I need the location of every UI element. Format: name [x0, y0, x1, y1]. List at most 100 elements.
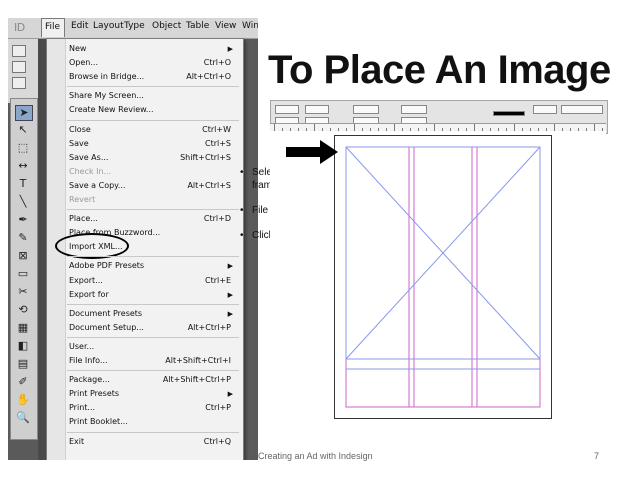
menu-separator: [67, 431, 239, 433]
menu-item-save-as[interactable]: Save As... Shift+Ctrl+S: [69, 151, 231, 165]
menu-item-label: Browse in Bridge...: [69, 72, 145, 82]
menu-item-export-for[interactable]: Export for ▶: [69, 288, 233, 302]
menu-item-shortcut: Alt+Ctrl+S: [187, 180, 231, 190]
slide-page-number: 7: [594, 451, 600, 461]
panel-divider: [38, 39, 46, 460]
menu-item-print-presets[interactable]: Print Presets ▶: [69, 387, 233, 401]
menu-item-save-a-copy[interactable]: Save a Copy... Alt+Ctrl+S: [69, 179, 231, 193]
menu-type[interactable]: Type: [124, 21, 145, 31]
menu-item-shortcut: Alt+Ctrl+P: [187, 322, 231, 332]
document-page: [334, 135, 552, 419]
page-border: [334, 135, 552, 419]
y-field-icon[interactable]: [12, 77, 26, 89]
transform-tool-icon[interactable]: ⟲: [15, 303, 31, 317]
menu-item-shortcut: Ctrl+D: [203, 214, 231, 224]
menu-item-package[interactable]: Package... Alt+Shift+Ctrl+P: [69, 373, 231, 387]
type-tool-icon[interactable]: T: [15, 177, 31, 191]
menu-item-browse-in-bridge[interactable]: Browse in Bridge... Alt+Ctrl+O: [69, 70, 231, 84]
menu-item-label: Print Presets: [69, 389, 120, 399]
menu-item-label: Export...: [69, 275, 103, 285]
pointer-arrow-icon: [286, 140, 338, 164]
menu-item-export[interactable]: Export... Ctrl+E: [69, 274, 231, 288]
w-input[interactable]: [305, 105, 329, 114]
x-input[interactable]: [275, 105, 299, 114]
menu-item-print-booklet[interactable]: Print Booklet...: [69, 415, 231, 429]
scissors-tool-icon[interactable]: ✂: [15, 285, 31, 299]
pencil-tool-icon[interactable]: ✎: [15, 231, 31, 245]
menu-separator: [67, 86, 239, 88]
menu-item-label: Export for: [69, 289, 109, 299]
menu-item-label: Save: [69, 138, 89, 148]
indesign-window: ID File Edit Layout Type Object Table Vi…: [8, 18, 258, 460]
submenu-arrow-icon: ▶: [227, 309, 233, 318]
line-tool-icon[interactable]: ╲: [15, 195, 31, 209]
scale-x-input[interactable]: [353, 105, 379, 114]
menu-bar: ID File Edit Layout Type Object Table Vi…: [8, 18, 258, 39]
menu-item-open[interactable]: Open... Ctrl+O: [69, 56, 231, 70]
menu-item-new[interactable]: New ▶: [69, 42, 233, 56]
selection-tool-icon[interactable]: ➤: [15, 105, 33, 121]
menu-item-shortcut: Ctrl+O: [203, 58, 231, 68]
menu-item-label: Package...: [69, 375, 110, 385]
stroke-weight-icon[interactable]: [493, 111, 525, 116]
menu-item-adobe-pdf-presets[interactable]: Adobe PDF Presets ▶: [69, 259, 233, 273]
menu-item-label: Document Presets: [69, 308, 143, 318]
page-tool-icon[interactable]: ⬚: [15, 141, 31, 155]
tools-panel: ➤ ↖ ⬚ ↔ T ╲ ✒ ✎ ⊠ ▭ ✂ ⟲ ▦ ◧ ▤ ✐ ✋ 🔍: [10, 98, 38, 440]
opacity-input[interactable]: [561, 105, 603, 114]
stroke-style-dropdown[interactable]: [533, 105, 557, 114]
menu-view[interactable]: View: [215, 21, 236, 31]
hand-tool-icon[interactable]: ✋: [15, 393, 31, 407]
direct-selection-icon[interactable]: ↖: [15, 123, 31, 137]
menu-item-print[interactable]: Print... Ctrl+P: [69, 401, 231, 415]
menu-item-label: User...: [69, 341, 95, 351]
menu-table[interactable]: Table: [186, 21, 209, 31]
note-tool-icon[interactable]: ▤: [15, 357, 31, 371]
submenu-arrow-icon: ▶: [227, 45, 233, 53]
frame-tool-icon[interactable]: ⊠: [15, 249, 31, 263]
menu-item-file-info[interactable]: File Info... Alt+Shift+Ctrl+I: [69, 354, 231, 368]
menu-item-label: Exit: [69, 436, 85, 446]
x-field-icon[interactable]: [12, 61, 26, 73]
gradient-tool-icon[interactable]: ▦: [15, 321, 31, 335]
menu-item-place[interactable]: Place... Ctrl+D: [69, 212, 231, 226]
menu-window[interactable]: Win: [242, 21, 258, 31]
rotate-input[interactable]: [401, 105, 427, 114]
menu-item-shortcut: Shift+Ctrl+S: [180, 152, 231, 162]
pen-tool-icon[interactable]: ✒: [15, 213, 31, 227]
menu-layout[interactable]: Layout: [93, 21, 124, 31]
menu-edit[interactable]: Edit: [71, 21, 88, 31]
menu-item-label: File Info...: [69, 356, 108, 365]
menu-item-shortcut: Alt+Shift+Ctrl+I: [165, 356, 231, 365]
menu-item-document-setup[interactable]: Document Setup... Alt+Ctrl+P: [69, 321, 231, 335]
menu-item-exit[interactable]: Exit Ctrl+Q: [69, 435, 231, 449]
gap-tool-icon[interactable]: ↔: [15, 159, 31, 173]
menu-item-import-xml[interactable]: Import XML...: [69, 240, 231, 254]
menu-item-share-my-screen[interactable]: Share My Screen...: [69, 89, 231, 103]
menu-item-label: Open...: [69, 58, 98, 68]
menu-item-label: Close: [69, 124, 91, 134]
gradient-feather-icon[interactable]: ◧: [15, 339, 31, 353]
reference-point-icon[interactable]: [12, 45, 26, 57]
menu-item-save[interactable]: Save Ctrl+S: [69, 137, 231, 151]
menu-item-label: Place...: [69, 214, 98, 224]
menu-separator: [67, 119, 239, 121]
menu-item-label: Save As...: [69, 152, 109, 162]
menu-item-place-from-buzzword[interactable]: Place from Buzzword...: [69, 226, 231, 240]
menu-item-create-new-review[interactable]: Create New Review...: [69, 103, 231, 117]
menu-item-close[interactable]: Close Ctrl+W: [69, 123, 231, 137]
menu-separator: [67, 336, 239, 338]
menu-object[interactable]: Object: [152, 21, 181, 31]
menu-file[interactable]: File: [41, 18, 65, 37]
rectangle-tool-icon[interactable]: ▭: [15, 267, 31, 281]
menu-item-label: Print Booklet...: [69, 417, 128, 427]
menu-item-user[interactable]: User...: [69, 340, 231, 354]
menu-item-label: Check In...: [69, 166, 112, 176]
menu-item-shortcut: Ctrl+E: [205, 275, 231, 285]
eyedropper-tool-icon[interactable]: ✐: [15, 375, 31, 389]
zoom-tool-icon[interactable]: 🔍: [15, 411, 31, 425]
menu-item-document-presets[interactable]: Document Presets ▶: [69, 307, 233, 321]
menu-item-revert: Revert: [69, 193, 231, 207]
menu-item-shortcut: Ctrl+Q: [203, 436, 231, 446]
menu-item-shortcut: Ctrl+S: [204, 138, 231, 148]
